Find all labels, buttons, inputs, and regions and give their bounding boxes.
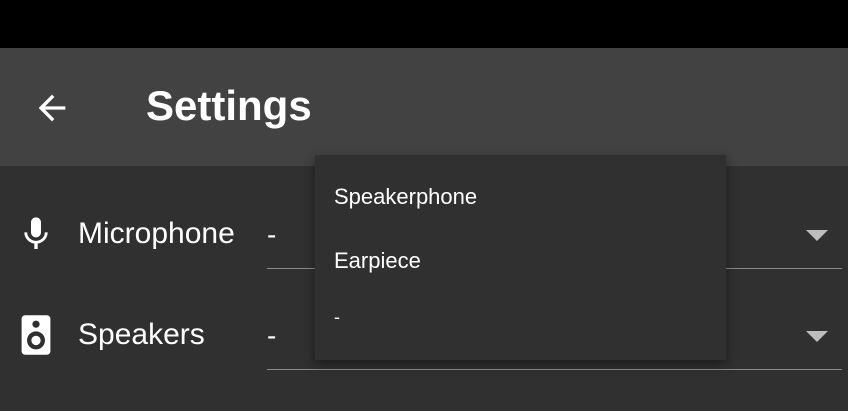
menu-item-label: - [334,307,340,327]
menu-item-speakerphone[interactable]: Speakerphone [315,161,726,225]
microphone-select-value: - [267,219,277,250]
microphone-label: Microphone [78,217,235,250]
dropdown-arrow-icon [806,230,828,241]
microphone-icon [16,212,56,256]
menu-item-earpiece[interactable]: Earpiece [315,225,726,289]
status-bar [0,0,848,48]
arrow-back-icon [38,94,66,122]
speaker-icon [16,313,56,357]
back-button[interactable] [22,80,82,136]
page-title: Settings [146,82,312,129]
speakers-select-value: - [267,320,277,351]
dropdown-menu: Speakerphone Earpiece - [315,155,726,360]
dropdown-arrow-icon [806,331,828,342]
menu-item-none[interactable]: - [315,289,726,353]
menu-item-label: Earpiece [334,248,421,273]
app-bar: Settings [0,48,848,166]
menu-item-label: Speakerphone [334,184,478,209]
speakers-label: Speakers [78,318,205,351]
